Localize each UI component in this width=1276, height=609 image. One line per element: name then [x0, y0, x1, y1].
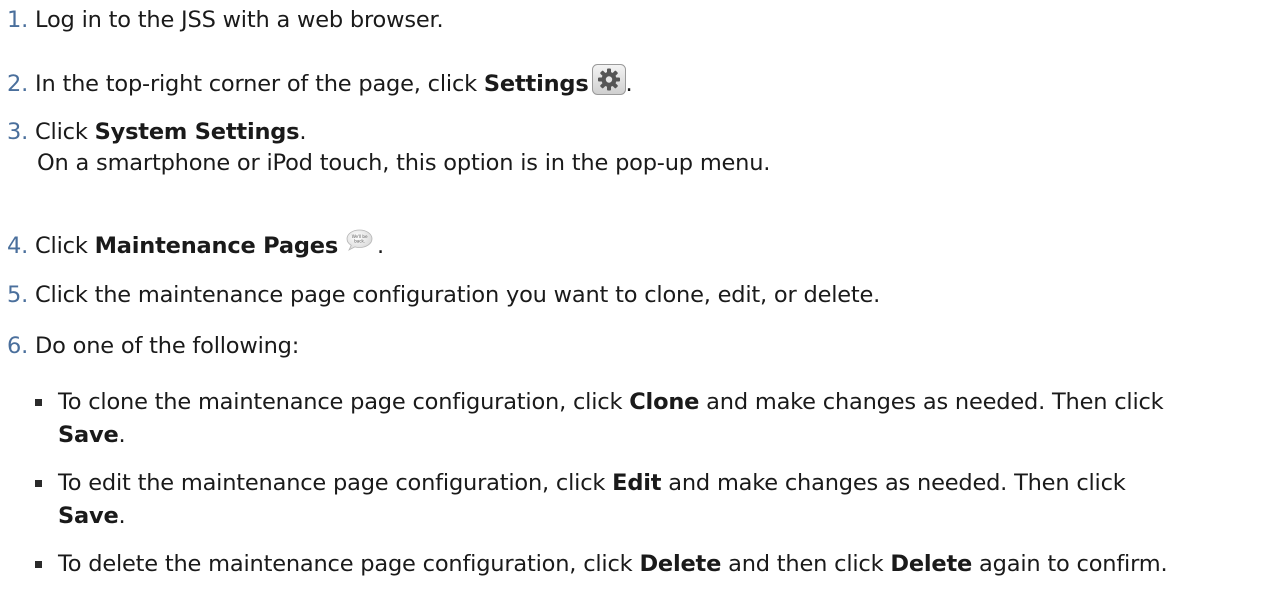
delete-label: Delete	[639, 551, 722, 577]
step-1: 1. Log in to the JSS with a web browser.	[7, 4, 444, 36]
edit-label: Edit	[612, 470, 662, 496]
step-2: 2. In the top-right corner of the page, …	[7, 64, 633, 100]
delete-label: Delete	[890, 551, 973, 577]
gear-icon	[591, 64, 626, 95]
settings-label: Settings	[483, 71, 589, 97]
list-item-text: To delete the maintenance page configura…	[58, 551, 1168, 577]
step-4: 4. Click Maintenance Pages We'll be back…	[7, 228, 384, 262]
bullet-marker	[35, 561, 42, 568]
list-item-text: To clone the maintenance page configurat…	[58, 389, 1164, 448]
document: 1. Log in to the JSS with a web browser.…	[0, 0, 1276, 609]
clone-label: Clone	[629, 389, 700, 415]
step-number: 3.	[7, 119, 29, 145]
bullet-marker	[35, 480, 42, 487]
step-number: 6.	[7, 333, 29, 359]
list-item-edit: To edit the maintenance page configurati…	[35, 467, 1270, 533]
list-item-clone: To clone the maintenance page configurat…	[35, 386, 1270, 452]
step-3-note: On a smartphone or iPod touch, this opti…	[37, 150, 771, 176]
step-text: In the top-right corner of the page, cli…	[35, 71, 484, 97]
step-text-end: .	[377, 233, 384, 259]
step-text: Do one of the following:	[35, 333, 300, 359]
step-text: Click the maintenance page configuration…	[35, 282, 881, 308]
step-text: Log in to the JSS with a web browser.	[35, 7, 444, 33]
step-6: 6. Do one of the following:	[7, 330, 299, 362]
svg-text:back.: back.	[354, 239, 365, 245]
step-number: 5.	[7, 282, 29, 308]
step-text-end: .	[299, 119, 307, 145]
bullet-marker	[35, 399, 42, 406]
save-label: Save	[58, 422, 119, 448]
maintenance-pages-label: Maintenance Pages	[94, 233, 339, 259]
save-label: Save	[58, 503, 119, 529]
step-text-end: .	[625, 71, 633, 97]
step-5: 5. Click the maintenance page configurat…	[7, 279, 880, 311]
system-settings-label: System Settings	[94, 119, 300, 145]
step-text: Click	[35, 233, 95, 259]
step-3: 3. Click System Settings.	[7, 116, 307, 148]
list-item-text: To edit the maintenance page configurati…	[58, 470, 1126, 529]
step-text: Click	[35, 119, 95, 145]
step-number: 1.	[7, 7, 29, 33]
list-item-delete: To delete the maintenance page configura…	[35, 548, 1270, 581]
speech-bubble-icon: We'll be back.	[346, 228, 373, 251]
step-number: 2.	[7, 71, 29, 97]
step-number: 4.	[7, 233, 29, 259]
